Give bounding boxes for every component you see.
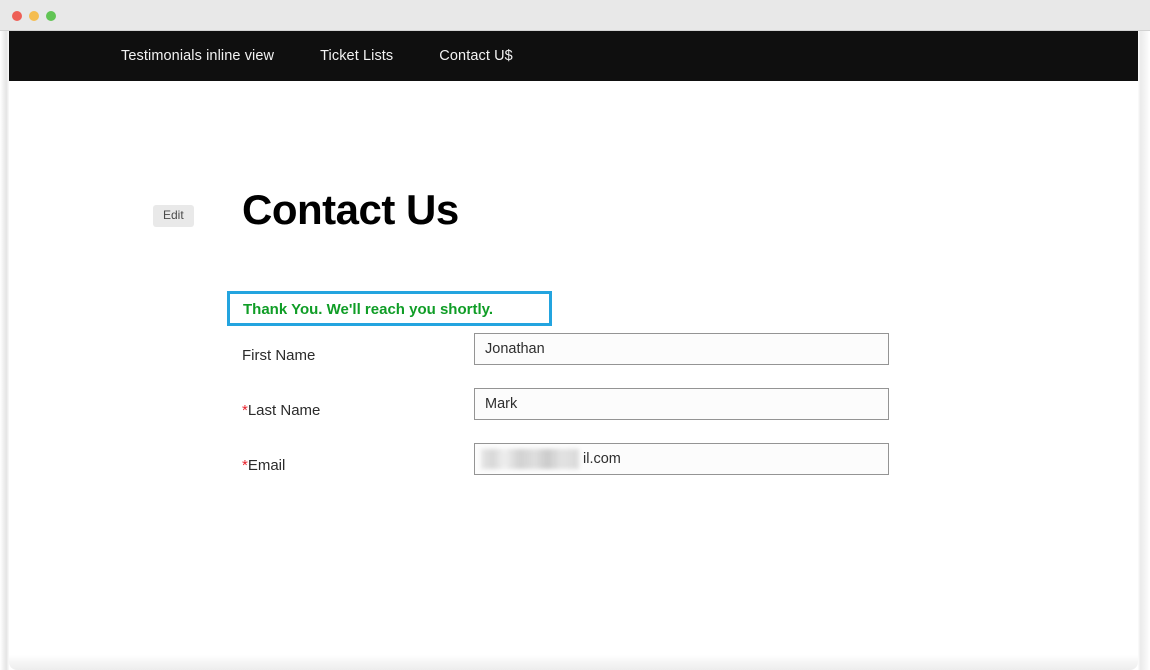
nav-item-list: Testimonials inline view Ticket Lists Co…	[98, 48, 536, 64]
last-name-label-text: Last Name	[247, 402, 321, 419]
first-name-label-text: First Name	[242, 347, 316, 364]
page-header: Edit Contact Us	[10, 81, 1138, 241]
window-right-edge	[1138, 31, 1150, 670]
window-titlebar	[0, 0, 1150, 31]
first-name-label: First Name	[242, 347, 315, 364]
last-name-label: *Last Name	[242, 402, 320, 419]
email-input[interactable]: il.com	[474, 443, 889, 475]
first-name-input[interactable]	[474, 333, 889, 365]
email-visible-value: il.com	[583, 451, 621, 467]
success-message-text: Thank You. We'll reach you shortly.	[243, 301, 494, 318]
browser-window: Testimonials inline view Ticket Lists Co…	[0, 0, 1150, 670]
page-content: Edit Contact Us Thank You. We'll reach y…	[10, 81, 1138, 655]
traffic-light-controls	[12, 11, 56, 21]
main-navigation-bar: Testimonials inline view Ticket Lists Co…	[9, 31, 1138, 81]
email-label: *Email	[242, 457, 285, 474]
form-row-first-name: First Name	[10, 333, 1138, 388]
last-name-input[interactable]	[474, 388, 889, 420]
nav-item-contact-us[interactable]: Contact U$	[416, 48, 536, 64]
form-row-email: *Email il.com	[10, 443, 1138, 498]
contact-form: First Name *Last Name *Email il.com	[10, 333, 1138, 498]
page-title: Contact Us	[242, 186, 459, 233]
form-row-last-name: *Last Name	[10, 388, 1138, 443]
close-window-button[interactable]	[12, 11, 22, 21]
nav-item-ticket-lists[interactable]: Ticket Lists	[297, 48, 416, 64]
window-left-edge	[0, 31, 9, 670]
edit-button[interactable]: Edit	[153, 205, 194, 228]
maximize-window-button[interactable]	[46, 11, 56, 21]
success-message-annotation-box: Thank You. We'll reach you shortly.	[227, 291, 552, 326]
nav-item-testimonials-inline-view[interactable]: Testimonials inline view	[98, 48, 297, 64]
email-label-text: Email	[247, 457, 286, 474]
window-bottom-edge	[9, 655, 1138, 670]
email-redaction-blur	[481, 449, 579, 469]
minimize-window-button[interactable]	[29, 11, 39, 21]
